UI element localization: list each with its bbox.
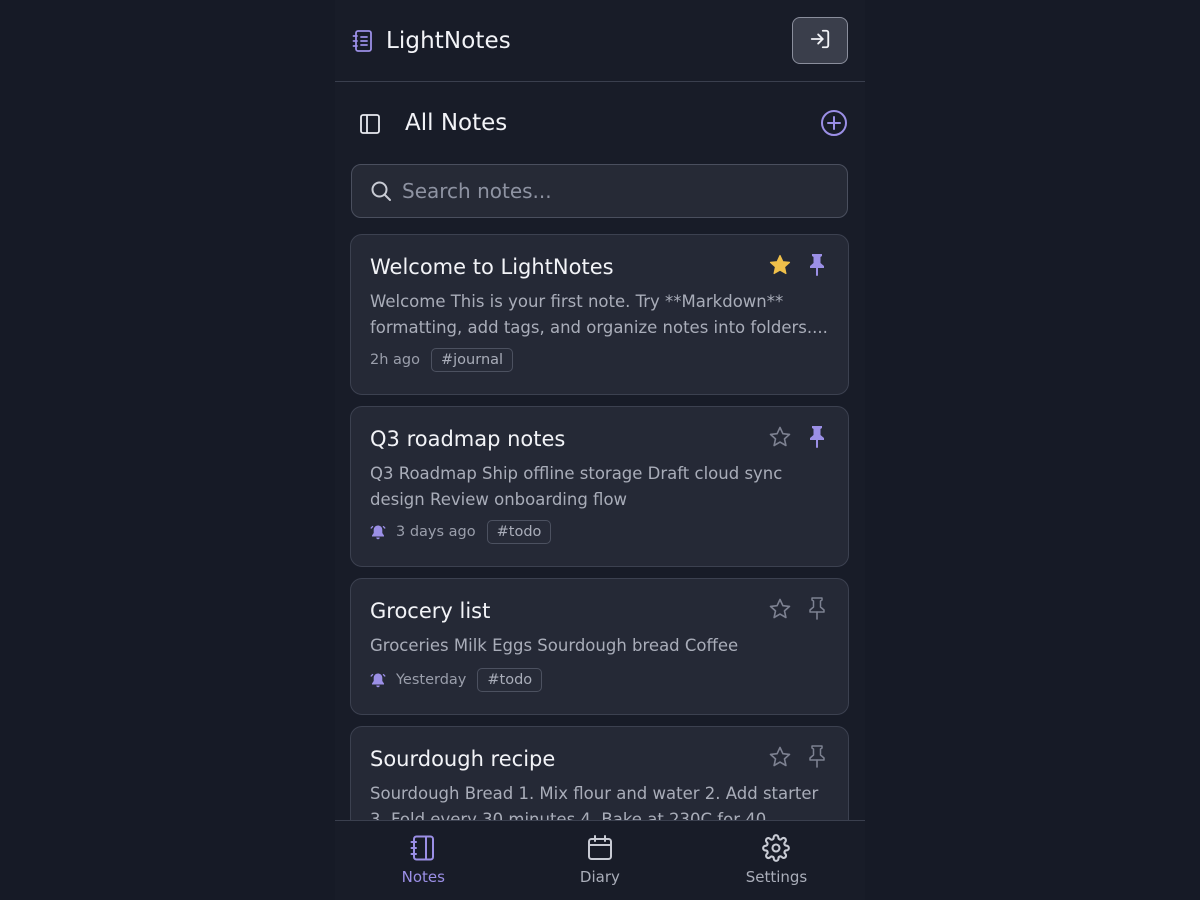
search-input[interactable] — [402, 165, 847, 217]
star-outline-icon[interactable] — [768, 597, 792, 621]
app-title: LightNotes — [386, 27, 511, 54]
bell-icon — [370, 524, 386, 540]
nav-label: Settings — [745, 868, 808, 886]
note-meta: Yesterday #todo — [370, 668, 543, 692]
star-outline-icon[interactable] — [768, 745, 792, 769]
note-tag[interactable]: #todo — [486, 520, 552, 544]
notebook-logo-icon — [351, 29, 375, 53]
gear-icon — [762, 834, 791, 862]
note-tag[interactable]: #todo — [477, 668, 543, 692]
search-bar[interactable] — [351, 164, 848, 218]
notebook-icon — [409, 834, 437, 862]
note-time: 2h ago — [370, 352, 420, 368]
add-circle-icon — [821, 110, 847, 136]
add-note-button[interactable] — [820, 109, 848, 137]
nav-notes[interactable]: Notes — [335, 821, 512, 900]
note-card[interactable]: Welcome to LightNotes Welcome This is yo… — [350, 234, 849, 395]
note-time: Yesterday — [396, 672, 467, 688]
app-shell: LightNotes All Notes Search notes... Wel… — [335, 0, 865, 900]
note-time: 3 days ago — [396, 524, 476, 540]
login-icon — [809, 28, 831, 54]
nav-diary[interactable]: Diary — [512, 821, 689, 900]
note-tag[interactable]: #journal — [431, 348, 514, 372]
note-title: Grocery list — [370, 599, 491, 623]
note-preview: Groceries Milk Eggs Sourdough bread Coff… — [370, 636, 739, 655]
pin-filled-icon[interactable] — [806, 252, 828, 276]
search-icon — [370, 180, 392, 202]
calendar-icon — [586, 834, 614, 862]
note-title: Welcome to LightNotes — [370, 255, 614, 279]
nav-label: Diary — [579, 868, 620, 886]
nav-settings[interactable]: Settings — [688, 821, 865, 900]
nav-label: Notes — [401, 868, 445, 886]
sidebar-toggle-icon[interactable] — [359, 113, 381, 135]
page-title: All Notes — [405, 110, 508, 136]
pin-outline-icon[interactable] — [806, 596, 828, 620]
pin-outline-icon[interactable] — [806, 744, 828, 768]
note-meta: 2h ago #journal — [370, 348, 514, 372]
bell-icon — [370, 672, 386, 688]
login-button[interactable] — [792, 17, 848, 64]
note-meta: 3 days ago #todo — [370, 520, 552, 544]
top-bar: LightNotes — [335, 0, 865, 82]
bottom-nav: Notes Diary Settings — [335, 820, 865, 900]
note-preview: Q3 Roadmap Ship offline storage Draft cl… — [370, 464, 783, 509]
note-card[interactable]: Q3 roadmap notes Q3 Roadmap Ship offline… — [350, 406, 849, 567]
notes-header: All Notes — [335, 82, 865, 164]
star-filled-icon[interactable] — [768, 253, 792, 277]
star-outline-icon[interactable] — [768, 425, 792, 449]
note-card[interactable]: Grocery list Groceries Milk Eggs Sourdou… — [350, 578, 849, 715]
note-preview: Welcome This is your first note. Try **M… — [370, 292, 828, 337]
pin-filled-icon[interactable] — [806, 424, 828, 448]
note-title: Q3 roadmap notes — [370, 427, 566, 451]
note-title: Sourdough recipe — [370, 747, 556, 771]
